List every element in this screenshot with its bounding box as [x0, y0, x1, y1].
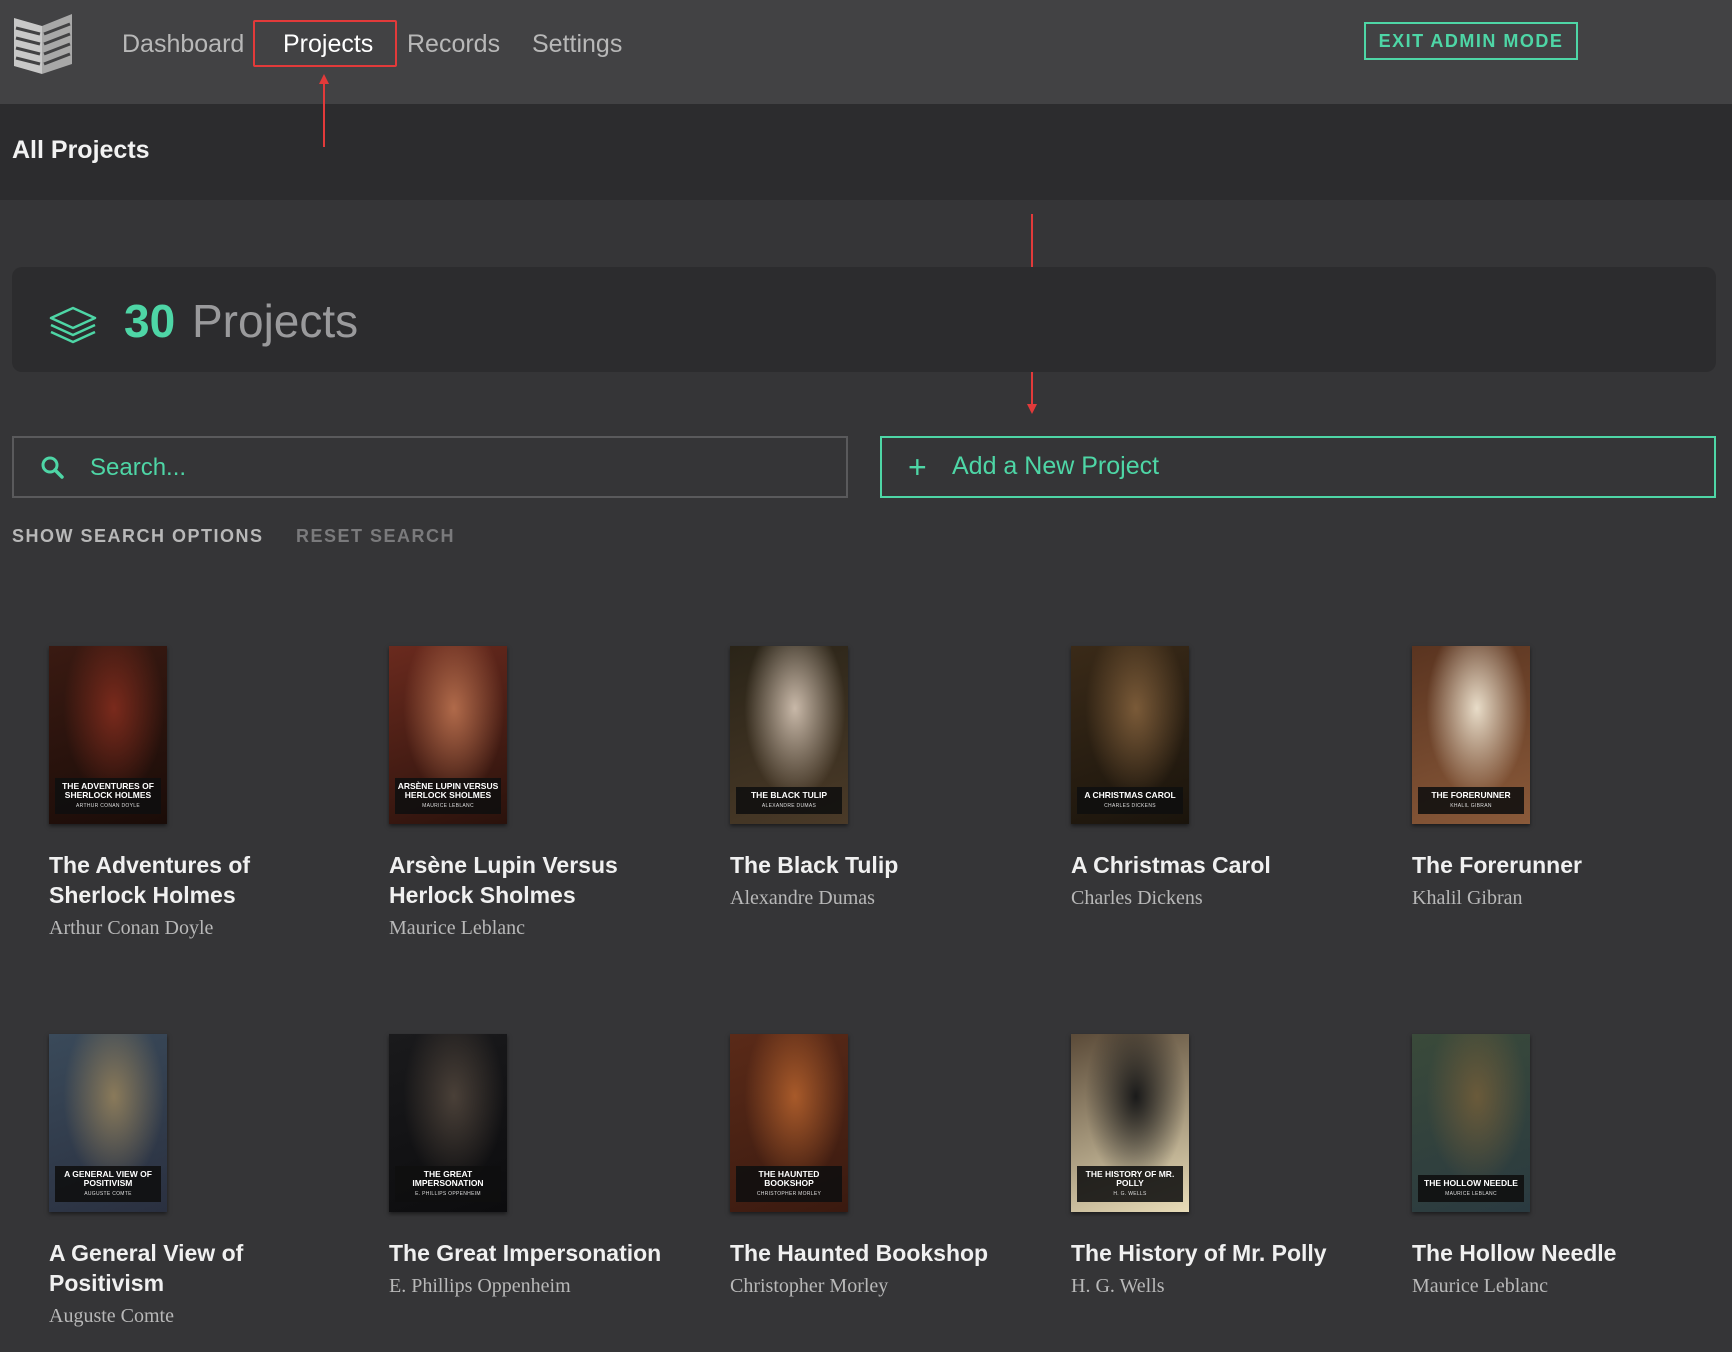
- project-card[interactable]: A GENERAL VIEW OF POSITIVISM AUGUSTE COMT…: [49, 1034, 349, 1328]
- project-card[interactable]: THE BLACK TULIP ALEXANDRE DUMAS The Black…: [730, 646, 1030, 910]
- project-author: Auguste Comte: [49, 1305, 174, 1327]
- page-header: [0, 104, 1732, 200]
- project-title[interactable]: The Hollow Needle: [1412, 1238, 1712, 1268]
- book-cover-image[interactable]: ARSÈNE LUPIN VERSUS HERLOCK SHOLMES MAURI…: [389, 646, 507, 824]
- project-card[interactable]: THE HAUNTED BOOKSHOP CHRISTOPHER MORLEY T…: [730, 1034, 1030, 1298]
- annotation-highlight-box: [253, 20, 397, 67]
- project-title[interactable]: The Adventures of Sherlock Holmes: [49, 850, 349, 910]
- cover-title-label: A GENERAL VIEW OF POSITIVISM AUGUSTE COMT…: [55, 1166, 161, 1202]
- project-card[interactable]: THE ADVENTURES OF SHERLOCK HOLMES ARTHUR …: [49, 646, 349, 940]
- reset-search-link[interactable]: RESET SEARCH: [296, 526, 455, 547]
- project-title[interactable]: The Haunted Bookshop: [730, 1238, 1030, 1268]
- cover-title-label: THE FORERUNNER KHALIL GIBRAN: [1418, 787, 1524, 814]
- project-title[interactable]: Arsène Lupin Versus Herlock Sholmes: [389, 850, 689, 910]
- book-pages-logo-icon[interactable]: [12, 12, 74, 74]
- project-title[interactable]: The Great Impersonation: [389, 1238, 689, 1268]
- project-title[interactable]: The Forerunner: [1412, 850, 1712, 880]
- book-cover-image[interactable]: THE HAUNTED BOOKSHOP CHRISTOPHER MORLEY: [730, 1034, 848, 1212]
- nav-link-records[interactable]: Records: [407, 22, 500, 66]
- project-title[interactable]: A General View of Positivism: [49, 1238, 349, 1298]
- book-cover-image[interactable]: THE HOLLOW NEEDLE MAURICE LEBLANC: [1412, 1034, 1530, 1212]
- layers-icon: [49, 306, 97, 344]
- project-title[interactable]: A Christmas Carol: [1071, 850, 1371, 880]
- cover-title-label: ARSÈNE LUPIN VERSUS HERLOCK SHOLMES MAURI…: [395, 778, 501, 814]
- search-input[interactable]: [90, 448, 790, 488]
- book-cover-image[interactable]: THE BLACK TULIP ALEXANDRE DUMAS: [730, 646, 848, 824]
- project-author: Alexandre Dumas: [730, 887, 875, 909]
- project-author: Arthur Conan Doyle: [49, 917, 214, 939]
- projects-count-label: Projects: [192, 295, 359, 347]
- exit-admin-mode-button[interactable]: EXIT ADMIN MODE: [1364, 22, 1578, 60]
- cover-title-label: THE HISTORY OF MR. POLLY H. G. WELLS: [1077, 1166, 1183, 1202]
- project-title[interactable]: The Black Tulip: [730, 850, 1030, 880]
- search-icon: [41, 456, 64, 479]
- book-cover-image[interactable]: THE HISTORY OF MR. POLLY H. G. WELLS: [1071, 1034, 1189, 1212]
- nav-link-dashboard[interactable]: Dashboard: [122, 22, 244, 66]
- cover-title-label: THE HAUNTED BOOKSHOP CHRISTOPHER MORLEY: [736, 1166, 842, 1202]
- project-title[interactable]: The History of Mr. Polly: [1071, 1238, 1371, 1268]
- cover-title-label: THE GREAT IMPERSONATION E. PHILLIPS OPPEN…: [395, 1166, 501, 1202]
- project-card[interactable]: A CHRISTMAS CAROL CHARLES DICKENS A Chris…: [1071, 646, 1371, 910]
- project-author: E. Phillips Oppenheim: [389, 1275, 571, 1297]
- plus-icon: +: [908, 449, 927, 485]
- nav-link-settings[interactable]: Settings: [532, 22, 622, 66]
- projects-count: 30: [124, 295, 176, 347]
- book-cover-image[interactable]: A GENERAL VIEW OF POSITIVISM AUGUSTE COMT…: [49, 1034, 167, 1212]
- project-card[interactable]: THE HOLLOW NEEDLE MAURICE LEBLANC The Hol…: [1412, 1034, 1712, 1298]
- show-search-options-link[interactable]: SHOW SEARCH OPTIONS: [12, 526, 264, 547]
- cover-title-label: THE HOLLOW NEEDLE MAURICE LEBLANC: [1418, 1175, 1524, 1202]
- book-cover-image[interactable]: A CHRISTMAS CAROL CHARLES DICKENS: [1071, 646, 1189, 824]
- add-new-project-label: Add a New Project: [952, 452, 1160, 480]
- book-cover-image[interactable]: THE ADVENTURES OF SHERLOCK HOLMES ARTHUR …: [49, 646, 167, 824]
- project-author: Khalil Gibran: [1412, 887, 1523, 909]
- project-card[interactable]: THE HISTORY OF MR. POLLY H. G. WELLS The …: [1071, 1034, 1371, 1298]
- project-author: Christopher Morley: [730, 1275, 889, 1297]
- project-author: Maurice Leblanc: [1412, 1275, 1549, 1297]
- project-card[interactable]: THE FORERUNNER KHALIL GIBRAN The Forerunn…: [1412, 646, 1712, 910]
- project-card[interactable]: THE GREAT IMPERSONATION E. PHILLIPS OPPEN…: [389, 1034, 689, 1298]
- book-cover-image[interactable]: THE FORERUNNER KHALIL GIBRAN: [1412, 646, 1530, 824]
- project-author: H. G. Wells: [1071, 1275, 1165, 1297]
- page-title: All Projects: [12, 136, 150, 164]
- project-author: Charles Dickens: [1071, 887, 1203, 909]
- cover-title-label: THE ADVENTURES OF SHERLOCK HOLMES ARTHUR …: [55, 778, 161, 814]
- project-card[interactable]: ARSÈNE LUPIN VERSUS HERLOCK SHOLMES MAURI…: [389, 646, 689, 940]
- cover-title-label: A CHRISTMAS CAROL CHARLES DICKENS: [1077, 787, 1183, 814]
- cover-title-label: THE BLACK TULIP ALEXANDRE DUMAS: [736, 787, 842, 814]
- project-author: Maurice Leblanc: [389, 917, 526, 939]
- book-cover-image[interactable]: THE GREAT IMPERSONATION E. PHILLIPS OPPEN…: [389, 1034, 507, 1212]
